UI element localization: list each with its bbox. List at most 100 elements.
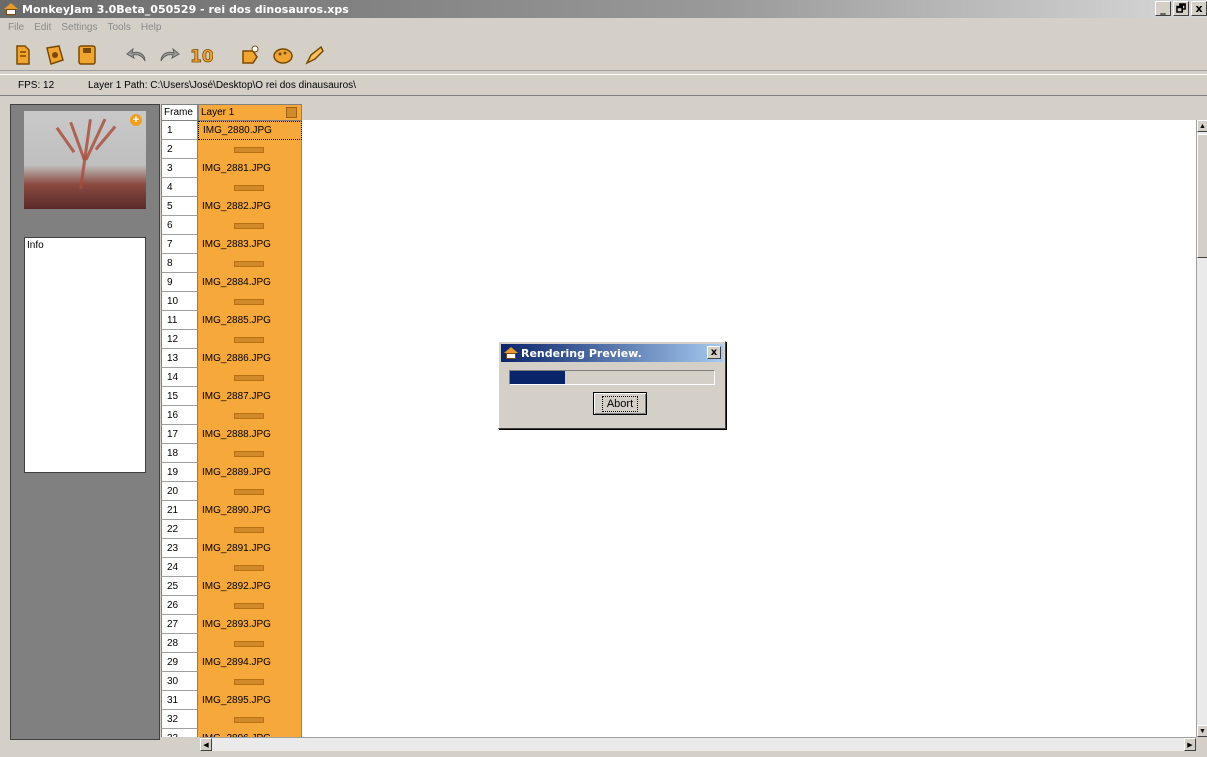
layer-cell[interactable] bbox=[198, 672, 302, 691]
save-layer-icon[interactable] bbox=[74, 42, 100, 68]
cell-filename: IMG_2882.JPG bbox=[202, 201, 271, 212]
close-button[interactable]: x bbox=[1191, 1, 1207, 16]
layer-cell[interactable]: IMG_2884.JPG bbox=[198, 273, 302, 292]
layer-cell[interactable] bbox=[198, 368, 302, 387]
layer-cell[interactable] bbox=[198, 444, 302, 463]
layer-cell[interactable]: IMG_2886.JPG bbox=[198, 349, 302, 368]
frame-number-cell[interactable]: 26 bbox=[161, 596, 198, 615]
playback-icon[interactable] bbox=[302, 42, 328, 68]
frame-number-cell[interactable]: 13 bbox=[161, 349, 198, 368]
frame-number-cell[interactable]: 22 bbox=[161, 520, 198, 539]
restore-button[interactable]: 🗗 bbox=[1173, 1, 1189, 16]
layer-cell[interactable] bbox=[198, 634, 302, 653]
layer-cell[interactable] bbox=[198, 178, 302, 197]
vertical-scroll-thumb[interactable] bbox=[1197, 134, 1207, 258]
frame-number-cell[interactable]: 3 bbox=[161, 159, 198, 178]
layer-cell[interactable] bbox=[198, 140, 302, 159]
frame-number-cell[interactable]: 23 bbox=[161, 539, 198, 558]
frame-number-cell[interactable]: 20 bbox=[161, 482, 198, 501]
layer-cell[interactable]: IMG_2881.JPG bbox=[198, 159, 302, 178]
layer-cell[interactable]: IMG_2894.JPG bbox=[198, 653, 302, 672]
scroll-right-icon[interactable]: ▶ bbox=[1184, 738, 1196, 751]
capture-icon[interactable] bbox=[238, 42, 264, 68]
layer-cell[interactable] bbox=[198, 330, 302, 349]
frame-number-cell[interactable]: 18 bbox=[161, 444, 198, 463]
frame-number-cell[interactable]: 17 bbox=[161, 425, 198, 444]
frame-number-cell[interactable]: 24 bbox=[161, 558, 198, 577]
layer-cell[interactable]: IMG_2885.JPG bbox=[198, 311, 302, 330]
frame-number-cell[interactable]: 6 bbox=[161, 216, 198, 235]
frame-number-cell[interactable]: 12 bbox=[161, 330, 198, 349]
frame-number-cell[interactable]: 30 bbox=[161, 672, 198, 691]
menu-tools[interactable]: Tools bbox=[108, 22, 131, 33]
minimize-button[interactable]: _ bbox=[1155, 1, 1171, 16]
frame-thumbnail[interactable]: + bbox=[24, 111, 146, 209]
zoom-plus-icon[interactable]: + bbox=[130, 114, 142, 126]
dialog-close-button[interactable]: x bbox=[707, 346, 721, 359]
layer-cell[interactable]: IMG_2882.JPG bbox=[198, 197, 302, 216]
frame-number-cell[interactable]: 14 bbox=[161, 368, 198, 387]
layer-cell[interactable]: IMG_2891.JPG bbox=[198, 539, 302, 558]
scroll-up-icon[interactable]: ▲ bbox=[1197, 120, 1207, 132]
vertical-scrollbar[interactable]: ▲ ▼ bbox=[1196, 120, 1207, 737]
frame-number-cell[interactable]: 5 bbox=[161, 197, 198, 216]
layer-cell[interactable]: IMG_2893.JPG bbox=[198, 615, 302, 634]
layer-cell[interactable] bbox=[198, 216, 302, 235]
scroll-left-icon[interactable]: ◀ bbox=[200, 738, 212, 751]
menu-edit[interactable]: Edit bbox=[34, 22, 51, 33]
frame-number-cell[interactable]: 9 bbox=[161, 273, 198, 292]
frame-number-cell[interactable]: 16 bbox=[161, 406, 198, 425]
layer-cell[interactable]: IMG_2880.JPG bbox=[198, 121, 302, 140]
layer-cell[interactable]: IMG_2892.JPG bbox=[198, 577, 302, 596]
layer-cell[interactable]: IMG_2895.JPG bbox=[198, 691, 302, 710]
frame-number-cell[interactable]: 31 bbox=[161, 691, 198, 710]
layer-cell[interactable] bbox=[198, 254, 302, 273]
frame-number-cell[interactable]: 10 bbox=[161, 292, 198, 311]
menu-help[interactable]: Help bbox=[141, 22, 162, 33]
frame-number-cell[interactable]: 19 bbox=[161, 463, 198, 482]
frame-number-cell[interactable]: 25 bbox=[161, 577, 198, 596]
layer-cell[interactable]: IMG_2887.JPG bbox=[198, 387, 302, 406]
menu-settings[interactable]: Settings bbox=[61, 22, 97, 33]
frame-number-cell[interactable]: 8 bbox=[161, 254, 198, 273]
redo-icon[interactable] bbox=[156, 42, 182, 68]
layer-cell[interactable] bbox=[198, 292, 302, 311]
layer-cell[interactable] bbox=[198, 596, 302, 615]
frame-number-cell[interactable]: 29 bbox=[161, 653, 198, 672]
layer-cell[interactable]: IMG_2883.JPG bbox=[198, 235, 302, 254]
layer-cell[interactable] bbox=[198, 406, 302, 425]
layer-cell[interactable] bbox=[198, 710, 302, 729]
cell-filename: IMG_2885.JPG bbox=[202, 315, 271, 326]
frame-number-cell[interactable]: 2 bbox=[161, 140, 198, 159]
scroll-down-icon[interactable]: ▼ bbox=[1197, 725, 1207, 737]
frame-number-cell[interactable]: 4 bbox=[161, 178, 198, 197]
frame-number-cell[interactable]: 11 bbox=[161, 311, 198, 330]
layer-cell[interactable]: IMG_2890.JPG bbox=[198, 501, 302, 520]
ten-frames-icon[interactable]: 10 bbox=[188, 42, 214, 68]
frame-number-cell[interactable]: 27 bbox=[161, 615, 198, 634]
open-layer-icon[interactable] bbox=[42, 42, 68, 68]
layer-toggle-icon[interactable] bbox=[286, 107, 297, 118]
new-layer-icon[interactable] bbox=[10, 42, 36, 68]
layer-cell[interactable] bbox=[198, 520, 302, 539]
frame-number-cell[interactable]: 32 bbox=[161, 710, 198, 729]
frame-number-cell[interactable]: 1 bbox=[161, 121, 198, 140]
frame-number-cell[interactable]: 21 bbox=[161, 501, 198, 520]
abort-button[interactable]: Abort bbox=[593, 392, 647, 415]
cell-filename: IMG_2886.JPG bbox=[202, 353, 271, 364]
layer-cell[interactable]: IMG_2889.JPG bbox=[198, 463, 302, 482]
layer-cell[interactable] bbox=[198, 482, 302, 501]
layer-cell[interactable]: IMG_2888.JPG bbox=[198, 425, 302, 444]
frame-number-cell[interactable]: 15 bbox=[161, 387, 198, 406]
frame-number-cell[interactable]: 33 bbox=[161, 729, 198, 737]
palette-icon[interactable] bbox=[270, 42, 296, 68]
undo-icon[interactable] bbox=[124, 42, 150, 68]
layer-cell[interactable] bbox=[198, 558, 302, 577]
layer-cell[interactable]: IMG_2896.JPG bbox=[198, 729, 302, 737]
frame-number-cell[interactable]: 28 bbox=[161, 634, 198, 653]
horizontal-scrollbar[interactable]: ◀ ▶ bbox=[200, 737, 1196, 751]
layer-header[interactable]: Layer 1 bbox=[198, 104, 302, 121]
cell-filename: IMG_2884.JPG bbox=[202, 277, 271, 288]
frame-number-cell[interactable]: 7 bbox=[161, 235, 198, 254]
menu-file[interactable]: File bbox=[8, 22, 24, 33]
